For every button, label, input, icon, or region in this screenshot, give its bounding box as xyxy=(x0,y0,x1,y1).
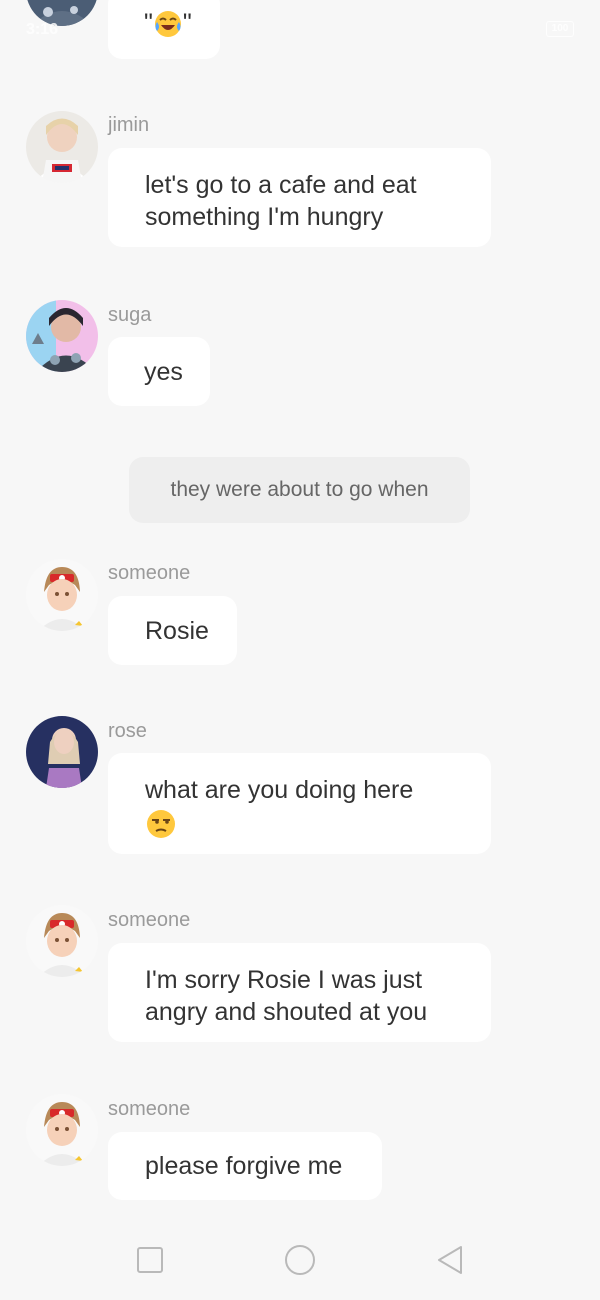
sender-name: jimin xyxy=(108,114,150,136)
recent-apps-button[interactable] xyxy=(124,1234,176,1286)
message-text-line: yes xyxy=(144,358,183,386)
message-bubble[interactable]: please forgive me xyxy=(108,1132,382,1200)
message-text-line: something I'm hungry xyxy=(145,203,384,231)
anime-boy-avatar[interactable] xyxy=(26,559,98,631)
sender-name: rose xyxy=(108,720,147,742)
anime-boy-avatar[interactable] xyxy=(26,1094,98,1166)
sender-name: someone xyxy=(108,909,191,931)
rose-avatar[interactable] xyxy=(26,716,98,788)
message-text-line: please forgive me xyxy=(145,1152,343,1180)
narration-bubble: they were about to go when xyxy=(129,457,470,523)
message-bubble[interactable]: let's go to a cafe and eat something I'm… xyxy=(108,148,491,247)
home-button[interactable] xyxy=(274,1234,326,1286)
message-text-line: Rosie xyxy=(145,617,209,645)
back-button[interactable] xyxy=(424,1234,476,1286)
square-icon xyxy=(137,1247,163,1273)
sender-name: suga xyxy=(108,304,152,326)
jimin-avatar[interactable] xyxy=(26,111,98,183)
triangle-back-icon xyxy=(438,1246,462,1274)
battery-icon: 100 xyxy=(546,21,574,37)
message-bubble[interactable]: what are you doing here xyxy=(108,753,491,854)
unamused-emoji xyxy=(147,810,175,838)
chat-thread[interactable]: " " jimin let's go to a cafe and eat som… xyxy=(0,0,600,1218)
status-time: 3:16 xyxy=(26,21,59,38)
message-text-line: let's go to a cafe and eat xyxy=(145,171,417,199)
suga-avatar[interactable] xyxy=(26,300,98,372)
status-bar: 3:16 100 xyxy=(26,18,574,44)
message-text-line: I'm sorry Rosie I was just xyxy=(145,966,423,994)
message-bubble[interactable]: Rosie xyxy=(108,596,237,665)
sender-name: someone xyxy=(108,1098,191,1120)
circle-icon xyxy=(285,1245,315,1275)
anime-boy-avatar[interactable] xyxy=(26,905,98,977)
message-text-line: angry and shouted at you xyxy=(145,998,428,1026)
system-navigation-bar xyxy=(0,1218,600,1300)
message-bubble[interactable]: yes xyxy=(108,337,210,406)
sender-name: someone xyxy=(108,562,191,584)
message-bubble[interactable]: I'm sorry Rosie I was just angry and sho… xyxy=(108,943,491,1042)
message-text-line: what are you doing here xyxy=(145,776,414,804)
